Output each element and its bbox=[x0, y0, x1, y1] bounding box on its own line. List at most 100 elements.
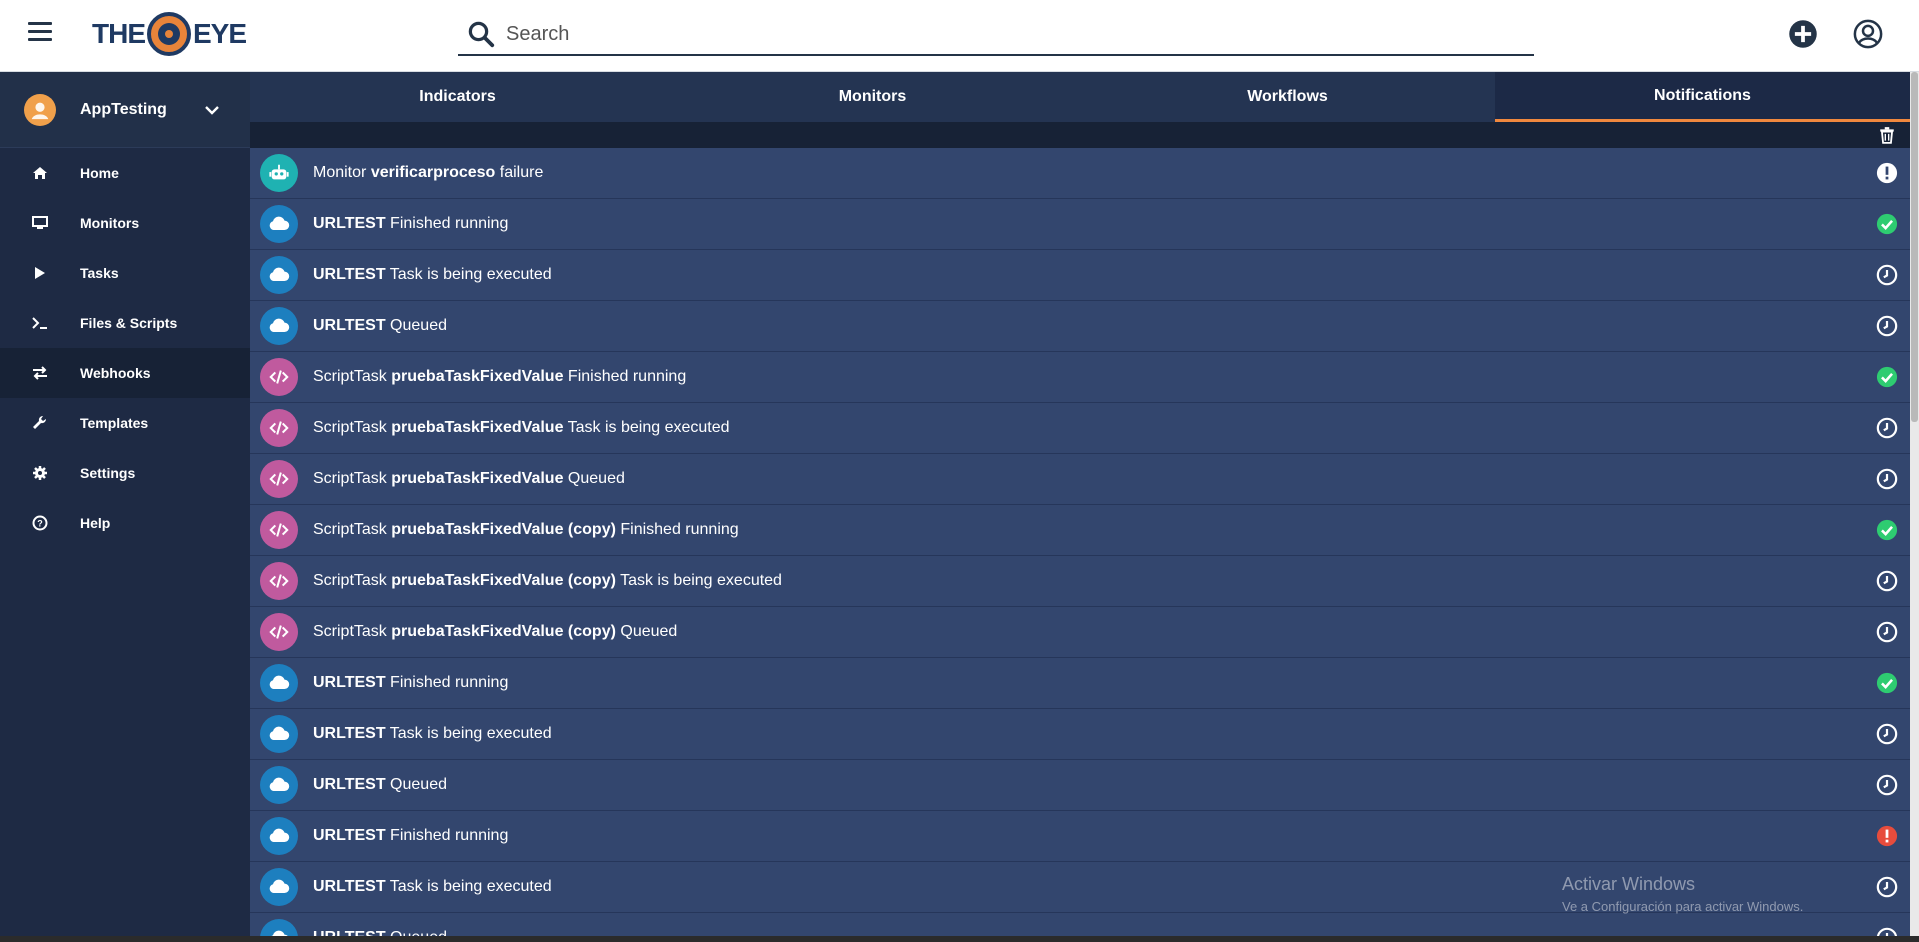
notification-row[interactable]: URLTEST Finished running bbox=[250, 199, 1910, 250]
notification-text: ScriptTask pruebaTaskFixedValue (copy) Q… bbox=[313, 623, 677, 641]
cloud-icon bbox=[260, 715, 298, 753]
sidebar-item-templates[interactable]: Templates bbox=[0, 398, 250, 448]
watermark-title: Activar Windows bbox=[1562, 874, 1696, 894]
scrollbar-thumb[interactable] bbox=[1911, 72, 1918, 422]
clock-icon bbox=[1876, 264, 1898, 286]
gear-icon bbox=[33, 466, 47, 480]
clock-icon bbox=[1876, 774, 1898, 796]
clock-icon bbox=[1876, 621, 1898, 643]
notification-row[interactable]: ScriptTask pruebaTaskFixedValue (copy) F… bbox=[250, 505, 1910, 556]
vertical-scrollbar[interactable] bbox=[1910, 72, 1919, 942]
sidebar-item-tasks[interactable]: Tasks bbox=[0, 248, 250, 298]
robot-icon bbox=[260, 154, 298, 192]
notification-text: ScriptTask pruebaTaskFixedValue (copy) T… bbox=[313, 572, 782, 590]
notification-text: ScriptTask pruebaTaskFixedValue Queued bbox=[313, 470, 625, 488]
notification-subject: pruebaTaskFixedValue bbox=[391, 419, 564, 436]
sidebar-item-label: Templates bbox=[80, 415, 149, 431]
sidebar-item-label: Help bbox=[80, 515, 111, 531]
notification-row[interactable]: URLTEST Task is being executed bbox=[250, 709, 1910, 760]
notification-row[interactable]: ScriptTask pruebaTaskFixedValue (copy) T… bbox=[250, 556, 1910, 607]
app-logo[interactable]: THE EYE bbox=[92, 12, 247, 56]
notification-row[interactable]: URLTEST Queued bbox=[250, 301, 1910, 352]
sidebar-item-help[interactable]: ? Help bbox=[0, 498, 250, 548]
notification-message: Finished running bbox=[620, 521, 739, 538]
notification-text: URLTEST Task is being executed bbox=[313, 725, 552, 743]
notification-text: URLTEST Finished running bbox=[313, 674, 508, 692]
tab-monitors[interactable]: Monitors bbox=[665, 72, 1080, 122]
notification-row[interactable]: ScriptTask pruebaTaskFixedValue Task is … bbox=[250, 403, 1910, 454]
notification-subject: URLTEST bbox=[313, 266, 386, 283]
hamburger-menu-icon[interactable] bbox=[28, 22, 52, 42]
bottom-bar bbox=[0, 936, 1919, 942]
notification-subject: URLTEST bbox=[313, 827, 386, 844]
alert-icon bbox=[1876, 162, 1898, 184]
clock-icon bbox=[1876, 723, 1898, 745]
search-icon[interactable] bbox=[466, 19, 496, 49]
org-selector[interactable]: AppTesting bbox=[0, 72, 250, 148]
tab-indicators[interactable]: Indicators bbox=[250, 72, 665, 122]
notification-subject: URLTEST bbox=[313, 215, 386, 232]
notification-row[interactable]: URLTEST Queued bbox=[250, 760, 1910, 811]
clock-icon bbox=[1876, 417, 1898, 439]
notification-message: Finished running bbox=[390, 215, 509, 232]
org-name: AppTesting bbox=[80, 100, 167, 118]
cloud-icon bbox=[260, 205, 298, 243]
notification-row[interactable]: URLTEST Finished running bbox=[250, 658, 1910, 709]
notification-subject: pruebaTaskFixedValue bbox=[391, 470, 564, 487]
notification-subject: verificarproceso bbox=[370, 164, 496, 181]
cloud-icon bbox=[260, 307, 298, 345]
notification-subject: pruebaTaskFixedValue (copy) bbox=[391, 572, 616, 589]
cloud-icon bbox=[260, 817, 298, 855]
notification-row[interactable]: ScriptTask pruebaTaskFixedValue Queued bbox=[250, 454, 1910, 505]
notification-prefix: ScriptTask bbox=[313, 572, 387, 589]
logo-eye-icon bbox=[147, 12, 191, 56]
tab-notifications[interactable]: Notifications bbox=[1495, 72, 1910, 122]
svg-text:?: ? bbox=[37, 519, 43, 529]
org-avatar-icon bbox=[24, 93, 56, 126]
notification-prefix: ScriptTask bbox=[313, 470, 387, 487]
code-icon bbox=[260, 409, 298, 447]
notification-row[interactable]: URLTEST Task is being executed bbox=[250, 250, 1910, 301]
top-header: THE EYE bbox=[0, 0, 1919, 72]
notification-row[interactable]: Monitor verificarproceso failure bbox=[250, 148, 1910, 199]
notification-row[interactable]: ScriptTask pruebaTaskFixedValue Finished… bbox=[250, 352, 1910, 403]
home-icon bbox=[33, 167, 47, 179]
tab-workflows[interactable]: Workflows bbox=[1080, 72, 1495, 122]
sidebar-item-files-scripts[interactable]: Files & Scripts bbox=[0, 298, 250, 348]
notification-prefix: ScriptTask bbox=[313, 623, 387, 640]
user-account-icon[interactable] bbox=[1853, 19, 1883, 49]
play-icon bbox=[35, 267, 45, 279]
trash-icon[interactable] bbox=[1878, 126, 1896, 144]
terminal-icon bbox=[32, 317, 47, 329]
check-circle-icon bbox=[1876, 213, 1898, 235]
clock-icon bbox=[1876, 468, 1898, 490]
sidebar-item-settings[interactable]: Settings bbox=[0, 448, 250, 498]
notification-subject: URLTEST bbox=[313, 878, 386, 895]
notification-subject: URLTEST bbox=[313, 317, 386, 334]
notification-message: Finished running bbox=[390, 674, 509, 691]
sidebar-item-monitors[interactable]: Monitors bbox=[0, 198, 250, 248]
notification-message: Finished running bbox=[390, 827, 509, 844]
sidebar-item-webhooks[interactable]: Webhooks bbox=[0, 348, 250, 398]
monitor-icon bbox=[32, 216, 48, 229]
notification-prefix: ScriptTask bbox=[313, 521, 387, 538]
notification-row[interactable]: URLTEST Finished running bbox=[250, 811, 1910, 862]
notification-text: URLTEST Finished running bbox=[313, 215, 508, 233]
sidebar-item-label: Tasks bbox=[80, 265, 119, 281]
notification-message: Queued bbox=[390, 776, 447, 793]
chevron-down-icon[interactable] bbox=[204, 102, 220, 118]
notification-prefix: Monitor bbox=[313, 164, 367, 181]
notification-subject: URLTEST bbox=[313, 674, 386, 691]
sidebar-item-label: Files & Scripts bbox=[80, 315, 178, 331]
sidebar-item-home[interactable]: Home bbox=[0, 148, 250, 198]
search-bar bbox=[458, 14, 1534, 56]
add-circle-icon[interactable] bbox=[1788, 19, 1818, 49]
notification-subject: pruebaTaskFixedValue bbox=[391, 368, 564, 385]
sidebar-item-label: Settings bbox=[80, 465, 136, 481]
cloud-icon bbox=[260, 664, 298, 702]
search-input[interactable] bbox=[506, 22, 1506, 46]
logo-text-left: THE bbox=[92, 18, 146, 49]
clock-icon bbox=[1876, 570, 1898, 592]
notification-row[interactable]: ScriptTask pruebaTaskFixedValue (copy) Q… bbox=[250, 607, 1910, 658]
notifications-toolbar bbox=[250, 122, 1910, 148]
